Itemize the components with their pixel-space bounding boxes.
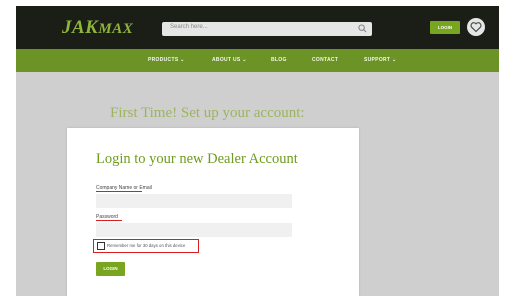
browser-viewport: JAKMAX Search here... LOGIN PRODUCTS ⌄ A…: [16, 6, 499, 296]
login-card: Login to your new Dealer Account Company…: [67, 128, 359, 296]
jakmax-logo[interactable]: JAKMAX: [62, 17, 133, 39]
site-header: JAKMAX Search here... LOGIN: [16, 6, 499, 49]
nav-item-support[interactable]: SUPPORT ⌄: [364, 57, 396, 63]
logo-main-text: JAK: [62, 17, 99, 38]
nav-item-about-us[interactable]: ABOUT US ⌄: [212, 57, 247, 63]
login-title: Login to your new Dealer Account: [96, 151, 298, 167]
nav-item-products[interactable]: PRODUCTS ⌄: [148, 57, 185, 63]
logo-rest-text: MAX: [98, 21, 134, 37]
remember-me-highlight: Remember me for 30 days on this device: [93, 239, 199, 253]
password-label-underline: [96, 220, 122, 221]
heart-icon: [470, 22, 482, 33]
nav-item-contact[interactable]: CONTACT: [312, 57, 338, 63]
page-headline: First Time! Set up your account:: [110, 105, 305, 121]
search-input[interactable]: Search here...: [162, 22, 372, 36]
main-nav: PRODUCTS ⌄ ABOUT US ⌄ BLOG CONTACT SUPPO…: [16, 49, 499, 72]
remember-me-label[interactable]: Remember me for 30 days on this device: [107, 243, 185, 248]
nav-item-blog[interactable]: BLOG: [271, 57, 287, 63]
remember-me-checkbox[interactable]: [97, 242, 105, 250]
header-login-button[interactable]: LOGIN: [430, 21, 460, 34]
search-icon[interactable]: [358, 24, 367, 33]
login-button[interactable]: LOGIN: [96, 262, 125, 276]
wishlist-button[interactable]: [467, 18, 485, 36]
company-label-underline: [96, 191, 142, 192]
company-field[interactable]: [96, 194, 292, 208]
password-field[interactable]: [96, 223, 292, 237]
search-placeholder: Search here...: [170, 24, 208, 30]
